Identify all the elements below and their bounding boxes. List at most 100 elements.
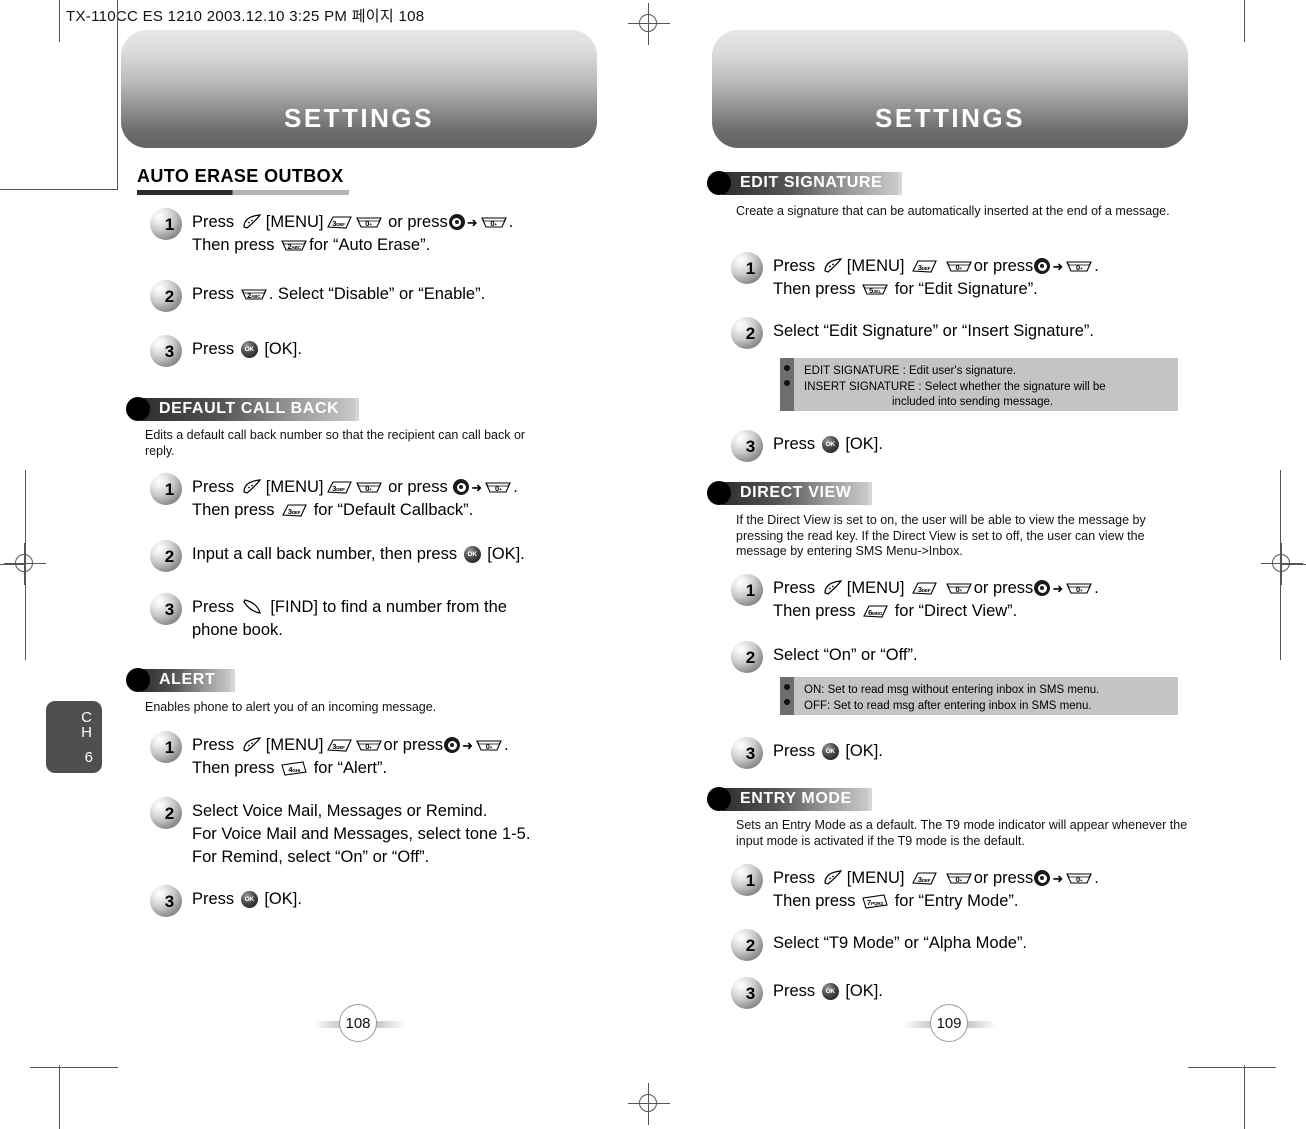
section-title: EDIT SIGNATURE [740,174,883,191]
key-3-icon: 3 DEF [326,738,352,753]
step-item: 2 Input a call back number, then press O… [150,540,525,574]
key-7-icon: 7 PQRS [862,894,888,909]
step-number-badge: 3 [731,737,765,771]
key-0-icon: 0 + [1066,581,1093,596]
step-line: Select “On” or “Off”. [773,646,918,664]
step-item: 1 Press [MENU] 3 DEF 0 + or press ➜ 0 +. Then … [150,473,518,522]
key-0-icon: 0 + [945,581,972,596]
step-number: 1 [164,738,175,757]
key-3-icon: 3 DEF [911,581,937,596]
step-text: Press [FIND] to find a number from the p… [192,598,507,639]
note-line: INSERT SIGNATURE : Select whether the si… [804,380,1106,393]
page-banner-left: SETTINGS [121,30,597,148]
step-number-badge: 2 [731,929,765,963]
menu-softkey-icon [822,580,844,596]
step-item: 3 Press [FIND] to find a number from the… [150,593,507,642]
step-number: 2 [164,547,175,566]
page-right: SETTINGS EDIT SIGNATURE Create a signatu… [653,0,1306,1129]
key-4-icon: 4 GHI [281,761,307,776]
key-6-icon: 6 MNO [862,604,888,619]
note-line: EDIT SIGNATURE : Edit user's signature. [804,365,1017,377]
step-number-badge: 1 [150,473,184,507]
step-number-badge: 3 [731,977,765,1011]
folio-left: 108 [313,1004,405,1044]
key-0-icon: 0 + [480,215,507,230]
menu-softkey-icon [241,737,263,753]
manual-spread: TX-110CC ES 1210 2003.12.10 3:25 PM 페이지 … [0,0,1306,1129]
key-3-icon: 3 DEF [911,259,937,274]
chapter-tab-label: CH [78,709,95,739]
bullet-dot-icon [707,171,731,195]
step-item: 2 Select “T9 Mode” or “Alpha Mode”. [731,929,1027,963]
section-description: Sets an Entry Mode as a default. The T9 … [736,818,1188,848]
step-item: 3 Press OK [OK]. [731,430,883,464]
note-box-direct-view: ON: Set to read msg without entering inb… [780,677,1178,715]
step-item: 1 Press [MENU] 3 DEF 0 + or press ➜ 0 +. Then … [731,574,1099,623]
step-number: 1 [745,581,756,600]
note-bullet-icon [784,380,790,386]
key-3-icon: 3 DEF [326,480,352,495]
step-line: For Remind, select “On” or “Off”. [192,848,430,866]
step-item: 3 Press OK [OK]. [731,977,883,1011]
section-description: If the Direct View is set to on, the use… [736,513,1146,558]
heading-rule [137,190,349,195]
section-heading-default-call-back: DEFAULT CALL BACK [126,397,360,421]
step-line: Select “Edit Signature” or “Insert Signa… [773,322,1094,340]
arrow-right-icon: ➜ [1052,871,1064,886]
nav-key-icon [444,737,461,753]
step-text: Press [MENU] 3 DEF 0 + or press ➜ 0 +. Then pr… [192,478,518,519]
banner-title: SETTINGS [283,103,434,133]
chapter-tab-number: 6 [84,749,93,766]
step-number: 3 [164,342,175,361]
ok-key-icon: OK [821,436,839,453]
section-heading-entry-mode: ENTRY MODE [707,787,872,811]
step-item: 3 Press OK [OK]. [150,335,302,369]
step-line: For Voice Mail and Messages, select tone… [192,825,531,843]
section-heading-direct-view: DIRECT VIEW [707,481,872,505]
ok-key-icon: OK [240,891,258,908]
step-number-badge: 2 [731,317,765,351]
section-bar-cap [867,787,872,811]
step-number: 2 [745,324,756,343]
nav-key-icon [1034,258,1051,274]
note-body: EDIT SIGNATURE : Edit user's signature. … [794,358,1178,411]
step-text: Press OK [OK]. [192,340,302,358]
section-heading-alert: ALERT [126,668,236,692]
step-number: 2 [164,804,175,823]
arrow-right-icon: ➜ [1052,581,1064,596]
step-text: Press OK [OK]. [773,982,883,1000]
ok-key-icon: OK [821,983,839,1000]
step-number-badge: 3 [150,335,184,369]
step-text: Press [MENU] 3 DEF 0 + or press ➜ 0 +. Then pr… [773,869,1099,910]
section-title: ENTRY MODE [740,790,852,807]
key-3-icon: 3 DEF [326,215,352,230]
step-number: 3 [164,892,175,911]
step-item: 1 Press [MENU] 3 DEF 0 + or press ➜ 0 +. Then … [731,864,1099,913]
key-5-icon: 5 JKL [862,282,888,297]
nav-key-icon [453,479,470,495]
key-0-icon: 0 + [485,480,512,495]
section-bar-cap [231,668,236,692]
step-number-badge: 2 [150,540,184,574]
menu-softkey-icon [822,870,844,886]
step-number: 1 [745,259,756,278]
step-item: 2 Select “On” or “Off”. [731,641,918,675]
page-banner-right: SETTINGS [712,30,1188,148]
step-number: 1 [164,215,175,234]
section-description: Enables phone to alert you of an incomin… [145,700,437,714]
step-number-badge: 1 [150,208,184,242]
step-number-badge: 1 [150,731,184,765]
key-0-icon: 0 + [476,738,502,753]
note-bullet-icon [784,684,790,690]
bullet-dot-icon [707,787,731,811]
step-number: 3 [745,984,756,1003]
key-2-icon: 2 ABC [240,287,267,302]
note-line: ON: Set to read msg without entering inb… [804,684,1100,696]
note-bullet-icon [784,699,790,705]
step-text: Press [MENU] 3 DEF 0 + or press ➜ 0 +. Then pres… [192,736,509,777]
step-item: 3 Press OK [OK]. [150,885,302,919]
step-number: 2 [745,648,756,667]
key-3-icon: 3 DEF [281,503,307,518]
step-text: Select “On” or “Off”. [773,641,918,667]
menu-softkey-icon [241,479,263,495]
